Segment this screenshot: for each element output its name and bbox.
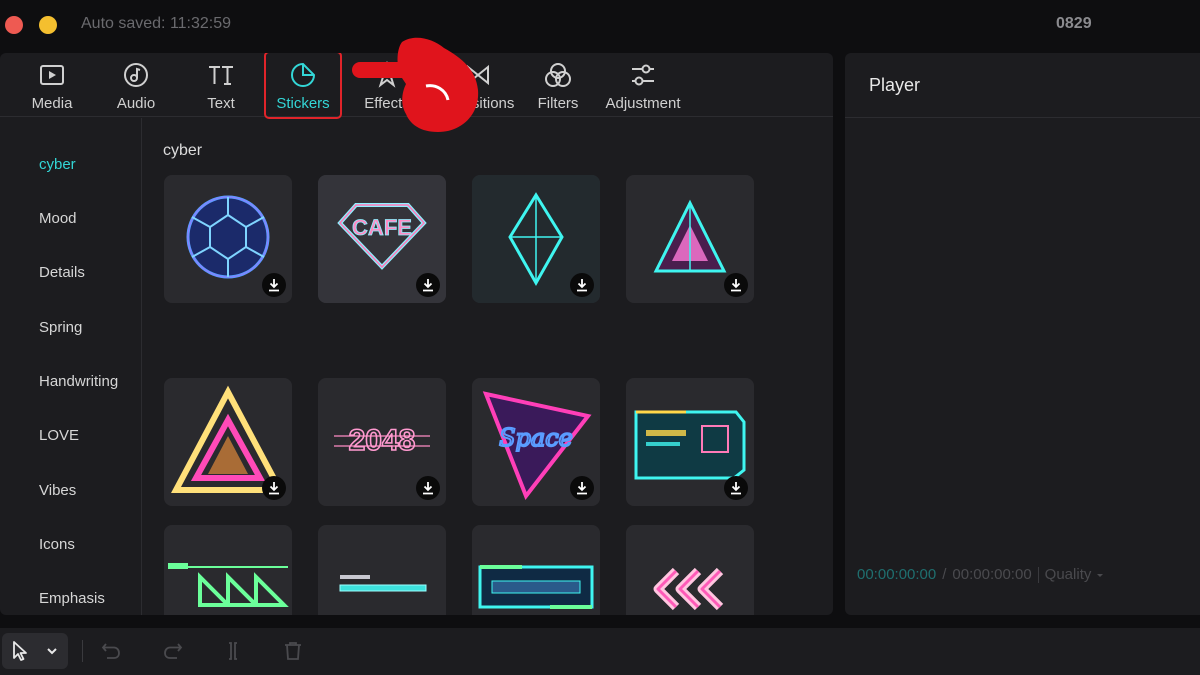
total-timecode: 00:00:00:00	[952, 566, 1032, 583]
title-bar: Auto saved: 11:32:59 0829	[0, 0, 1200, 50]
download-button[interactable]	[416, 273, 440, 297]
project-name: 0829	[1056, 15, 1092, 32]
filters-icon	[545, 63, 571, 87]
download-icon	[731, 482, 741, 495]
player-divider	[845, 117, 1200, 118]
category-icons[interactable]: Icons	[39, 536, 75, 553]
sticker-tile[interactable]: CAFE	[318, 175, 446, 303]
pink-chevrons-sticker	[653, 567, 724, 611]
tab-audio-label: Audio	[116, 95, 156, 112]
download-icon	[269, 482, 279, 495]
download-icon	[423, 482, 433, 495]
select-tool-group[interactable]	[2, 633, 68, 669]
category-love[interactable]: LOVE	[39, 427, 79, 444]
category-handwriting[interactable]: Handwriting	[39, 373, 118, 390]
timecode-separator: /	[942, 566, 947, 583]
sticker-tile[interactable]	[164, 378, 292, 506]
tab-adjustment-label: Adjustment	[605, 95, 681, 112]
loading-bar-sticker	[339, 575, 427, 592]
media-icon	[40, 65, 64, 85]
chevron-down-icon	[1097, 573, 1104, 577]
quality-divider	[1037, 566, 1039, 583]
category-emphasis[interactable]: Emphasis	[39, 590, 105, 607]
download-button[interactable]	[724, 476, 748, 500]
download-icon	[269, 279, 279, 292]
media-panel: Media Audio Text Stickers Effects Transi…	[0, 53, 833, 615]
download-button[interactable]	[416, 476, 440, 500]
tab-filters-label: Filters	[537, 95, 579, 112]
download-button[interactable]	[262, 476, 286, 500]
download-icon	[423, 279, 433, 292]
cyan-frame-sticker	[478, 565, 594, 609]
delete-button[interactable]	[278, 636, 308, 666]
adjustment-icon	[632, 64, 654, 86]
category-mood[interactable]: Mood	[39, 210, 77, 227]
close-window-button[interactable]	[5, 16, 23, 34]
download-icon	[577, 482, 587, 495]
tab-adjustment[interactable]: Adjustment	[602, 53, 684, 117]
select-tool-button[interactable]	[5, 636, 35, 666]
quality-label: Quality	[1044, 566, 1092, 583]
undo-button[interactable]	[96, 636, 126, 666]
green-arrows-sticker	[168, 563, 289, 607]
sticker-tile[interactable]	[626, 175, 754, 303]
player-title: Player	[869, 75, 921, 95]
redo-button[interactable]	[158, 636, 188, 666]
download-button[interactable]	[570, 273, 594, 297]
category-details[interactable]: Details	[39, 264, 85, 281]
split-button[interactable]	[218, 636, 248, 666]
download-button[interactable]	[262, 273, 286, 297]
category-spring[interactable]: Spring	[39, 319, 82, 336]
tab-filters[interactable]: Filters	[536, 53, 580, 117]
tab-stickers[interactable]: Stickers	[264, 53, 342, 119]
sticker-grid-area: cyber CAFE 2048 Space	[143, 118, 833, 615]
sticker-tile[interactable]	[626, 378, 754, 506]
minimize-window-button[interactable]	[39, 16, 57, 34]
download-icon	[731, 279, 741, 292]
2048-text: 2048	[349, 424, 416, 457]
sticker-tile[interactable]	[626, 525, 754, 615]
tab-text[interactable]: Text	[202, 53, 240, 117]
space-text: Space	[499, 424, 573, 452]
sticker-tile[interactable]: 2048	[318, 378, 446, 506]
sticker-tile[interactable]	[472, 525, 600, 615]
split-icon	[229, 642, 237, 660]
download-button[interactable]	[724, 273, 748, 297]
tab-audio[interactable]: Audio	[113, 53, 159, 117]
text-icon	[209, 66, 233, 85]
tab-stickers-label: Stickers	[276, 95, 330, 112]
cursor-icon	[13, 641, 27, 661]
sticker-tile[interactable]: Space	[472, 378, 600, 506]
chevron-down-icon	[47, 648, 57, 655]
category-vibes[interactable]: Vibes	[39, 482, 76, 499]
trash-icon	[285, 642, 301, 660]
select-tool-dropdown[interactable]	[40, 636, 64, 666]
section-title: cyber	[163, 142, 203, 159]
sticker-category-list: cyber Mood Details Spring Handwriting LO…	[0, 118, 142, 615]
cafe-text: CAFE	[352, 215, 412, 240]
quality-dropdown[interactable]: Quality	[1045, 566, 1106, 583]
tab-media[interactable]: Media	[30, 53, 74, 117]
player-timecodes: 00:00:00:00 / 00:00:00:00 Quality	[857, 566, 1105, 583]
toolbar-divider	[82, 640, 83, 662]
sticker-tile[interactable]	[472, 175, 600, 303]
player-panel: Player 00:00:00:00 / 00:00:00:00 Quality	[845, 53, 1200, 615]
download-button[interactable]	[570, 476, 594, 500]
pointing-hand-annotation	[352, 37, 479, 132]
sticker-tile[interactable]	[164, 175, 292, 303]
sticker-tile[interactable]	[318, 525, 446, 615]
download-icon	[577, 279, 587, 292]
audio-icon	[124, 63, 148, 87]
redo-icon	[164, 643, 183, 659]
tab-media-label: Media	[31, 95, 73, 112]
undo-icon	[101, 643, 120, 659]
timeline-toolbar	[0, 628, 1200, 675]
autosave-status: Auto saved: 11:32:59	[81, 15, 232, 32]
sticker-tile[interactable]	[164, 525, 292, 615]
stickers-icon	[291, 62, 316, 87]
current-timecode: 00:00:00:00	[857, 566, 937, 583]
tab-text-label: Text	[207, 95, 235, 112]
category-cyber[interactable]: cyber	[39, 156, 76, 173]
